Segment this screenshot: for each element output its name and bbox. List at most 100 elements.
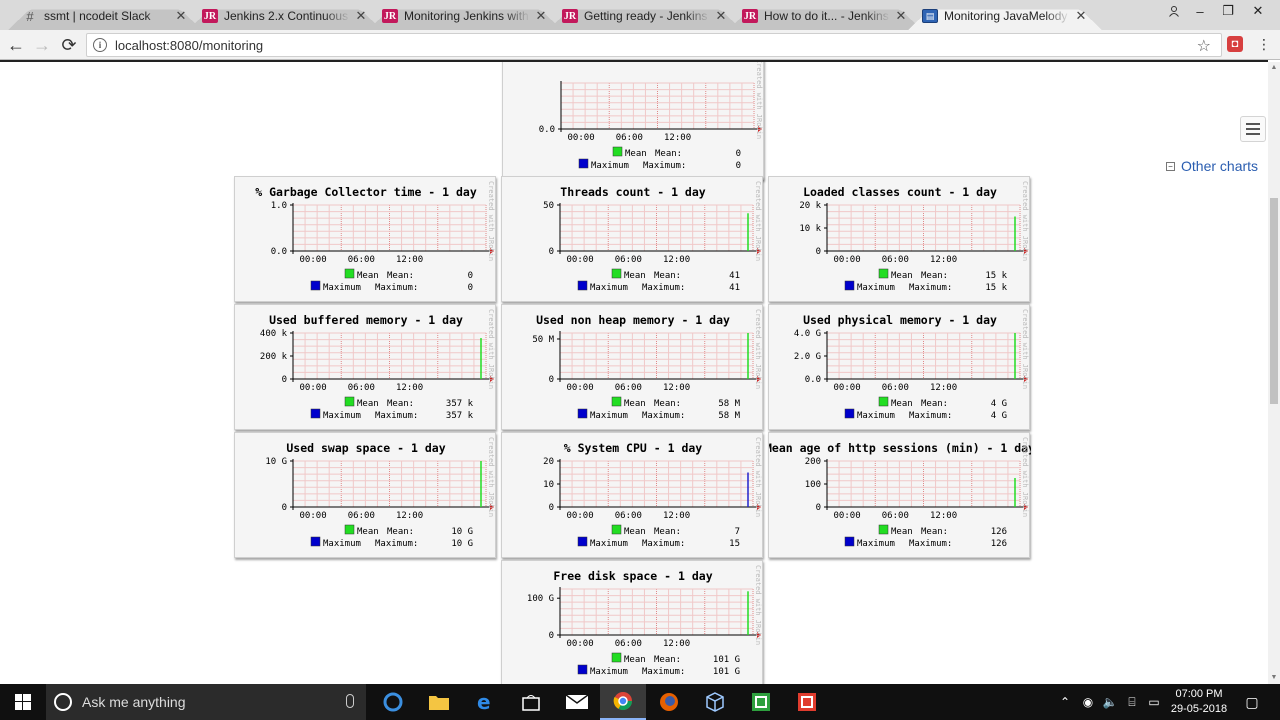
taskbar-app-recorder[interactable]: [784, 684, 830, 720]
reload-button[interactable]: ⟳: [57, 34, 81, 56]
browser-tab-2[interactable]: JR Monitoring Jenkins with ✕: [374, 2, 556, 30]
tab-close-icon[interactable]: ✕: [534, 8, 548, 24]
profile-icon[interactable]: [1160, 0, 1188, 22]
network-icon[interactable]: ⌸: [1122, 684, 1142, 720]
legend-max-value: 10 G: [451, 539, 473, 549]
x-tick-label: 00:00: [300, 255, 327, 265]
taskbar-app-chrome[interactable]: [600, 684, 646, 720]
taskbar-app-edge[interactable]: e: [462, 684, 508, 720]
tray-overflow-icon[interactable]: ⌃: [1056, 684, 1074, 720]
chart-card-gc-time[interactable]: % Garbage Collector time - 1 day 1.0 0.0 00…: [234, 176, 496, 302]
collapse-icon[interactable]: −: [1166, 161, 1175, 171]
tab-close-icon[interactable]: ✕: [714, 8, 728, 24]
hamburger-menu-icon[interactable]: [1240, 116, 1266, 142]
address-bar[interactable]: i localhost:8080/monitoring ☆: [86, 33, 1222, 57]
monitoring-page: − Other charts 0.0 00:00 06:00 12:00 Created…: [0, 60, 1268, 684]
other-charts-link[interactable]: − Other charts: [1166, 158, 1258, 174]
browser-tab-3[interactable]: JR Getting ready - Jenkins 2 ✕: [554, 2, 736, 30]
browser-tab-5[interactable]: ▤ Monitoring JavaMelody o ✕: [914, 2, 1096, 30]
chart-card-partial-top[interactable]: 0.0 00:00 06:00 12:00 Created with JRobin Mea…: [502, 60, 764, 180]
cortana-search-box[interactable]: Ask me anything: [46, 684, 366, 720]
tab-title[interactable]: Jenkins 2.x Continuous In: [224, 9, 350, 23]
browser-menu-icon[interactable]: ⋮: [1256, 36, 1272, 52]
tab-close-icon[interactable]: ✕: [894, 8, 908, 24]
back-button[interactable]: ←: [4, 34, 28, 56]
url-text[interactable]: localhost:8080/monitoring: [115, 38, 263, 53]
taskbar-app-camtasia[interactable]: [738, 684, 784, 720]
chart-card-non-heap[interactable]: Used non heap memory - 1 day 50 M 0 00:00 06…: [501, 304, 763, 430]
y-tick-label: 0: [816, 503, 821, 513]
legend-swatch-max: [310, 536, 321, 547]
x-tick-label: 06:00: [348, 383, 375, 393]
other-charts-label[interactable]: Other charts: [1181, 158, 1258, 174]
volume-icon[interactable]: 🔈: [1100, 684, 1120, 720]
legend-max-value: 0: [468, 283, 473, 293]
extension-pocket-icon[interactable]: ◘: [1227, 36, 1243, 52]
legend-mean-name: Mean: [624, 527, 646, 537]
chart-card-system-cpu[interactable]: % System CPU - 1 day 20 10 0 00:00 06:00 12:00…: [501, 432, 763, 558]
keyboard-icon[interactable]: ▭: [1144, 684, 1164, 720]
forward-button[interactable]: →: [30, 34, 54, 56]
taskbar-app-mail[interactable]: [554, 684, 600, 720]
legend-mean-label: Mean:: [654, 399, 681, 409]
scrollbar-thumb[interactable]: [1270, 198, 1278, 404]
browser-tab-4[interactable]: JR How to do it... - Jenkins 2 ✕: [734, 2, 916, 30]
browser-tab-0[interactable]: # ssmt | ncodeit Slack ✕: [14, 2, 196, 30]
start-button[interactable]: [0, 684, 46, 720]
chart-card-loaded-classes[interactable]: Loaded classes count - 1 day 20 k 10 k 0 00:…: [768, 176, 1030, 302]
tab-title[interactable]: ssmt | ncodeit Slack: [44, 9, 170, 23]
x-tick-label: 06:00: [882, 511, 909, 521]
taskbar-app-store[interactable]: [508, 684, 554, 720]
x-tick-label: 12:00: [930, 383, 957, 393]
chart-title: Used physical memory - 1 day: [803, 313, 997, 327]
taskbar-clock[interactable]: 07:00 PM 29-05-2018: [1164, 687, 1234, 717]
maximize-icon[interactable]: ❐: [1214, 0, 1242, 22]
legend-max-label: Maximum:: [642, 411, 685, 421]
clock-date: 29-05-2018: [1170, 703, 1228, 715]
jrobin-watermark: Created with JRobin: [755, 60, 763, 139]
legend-swatch-max: [310, 280, 321, 291]
chart-buffered-memory: Used buffered memory - 1 day400 k200 k00…: [260, 309, 495, 421]
chart-card-physical-memory[interactable]: Used physical memory - 1 day 4.0 G 2.0 G 0.…: [768, 304, 1030, 430]
search-placeholder[interactable]: Ask me anything: [82, 694, 186, 710]
tab-close-icon[interactable]: ✕: [354, 8, 368, 24]
action-center-icon[interactable]: ▢: [1240, 684, 1264, 720]
tab-title[interactable]: How to do it... - Jenkins 2: [764, 9, 890, 23]
scroll-up-icon[interactable]: ▲: [1268, 62, 1280, 74]
window-close-icon[interactable]: ✕: [1244, 0, 1272, 22]
tab-close-icon[interactable]: ✕: [174, 8, 188, 24]
legend-max-label: Maximum:: [642, 283, 685, 293]
x-tick-label: 06:00: [348, 255, 375, 265]
page-scrollbar[interactable]: ▲ ▼: [1268, 62, 1280, 684]
x-tick-label: 00:00: [568, 133, 595, 143]
tray-app-icon[interactable]: ◉: [1078, 684, 1098, 720]
chart-card-swap-space[interactable]: Used swap space - 1 day 10 G 0 00:00 06:00 12…: [234, 432, 496, 558]
taskbar-app-cortana[interactable]: [370, 684, 416, 720]
chart-card-http-sessions-age[interactable]: Mean age of http sessions (min) - 1 day 2…: [768, 432, 1031, 558]
microphone-icon[interactable]: [346, 694, 354, 708]
circle-app-icon: [383, 692, 403, 712]
tab-title[interactable]: Monitoring Jenkins with: [404, 9, 530, 23]
browser-tab-1[interactable]: JR Jenkins 2.x Continuous In ✕: [194, 2, 376, 30]
tab-title[interactable]: Monitoring JavaMelody o: [944, 9, 1070, 23]
taskbar-app-virtualbox[interactable]: [692, 684, 738, 720]
tab-close-icon[interactable]: ✕: [1074, 8, 1088, 24]
taskbar-app-file-explorer[interactable]: [416, 684, 462, 720]
legend-max-name: Maximum: [857, 283, 895, 293]
legend-max-name: Maximum: [323, 411, 361, 421]
legend-max-name: Maximum: [857, 539, 895, 549]
minimize-icon[interactable]: ‒: [1186, 0, 1214, 22]
chart-card-threads[interactable]: Threads count - 1 day 50 0 00:00 06:00 12:00 C…: [501, 176, 763, 302]
chart-title: Mean age of http sessions (min) - 1 day: [769, 441, 1031, 455]
chart-card-free-disk[interactable]: Free disk space - 1 day 100 G 0 00:00 06:00 1…: [501, 560, 763, 684]
legend-max-label: Maximum:: [642, 539, 685, 549]
chart-card-buffered-memory[interactable]: Used buffered memory - 1 day 400 k 200 k00…: [234, 304, 496, 430]
scroll-down-icon[interactable]: ▼: [1268, 672, 1280, 684]
legend-max-name: Maximum: [590, 411, 628, 421]
taskbar-app-firefox[interactable]: [646, 684, 692, 720]
jenkins-jr-icon: JR: [382, 9, 398, 23]
bookmark-star-icon[interactable]: ☆: [1197, 36, 1211, 56]
site-info-icon[interactable]: i: [93, 38, 107, 52]
tab-title[interactable]: Getting ready - Jenkins 2: [584, 9, 710, 23]
y-tick-label: 4.0 G: [794, 329, 821, 339]
